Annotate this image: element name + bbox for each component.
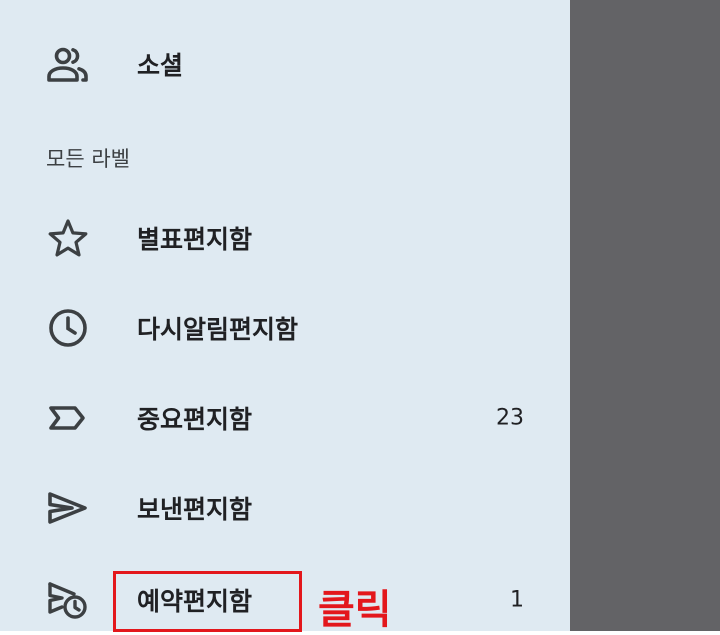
label-important-icon bbox=[44, 394, 92, 442]
schedule-send-icon bbox=[44, 576, 92, 624]
scrim-overlay[interactable] bbox=[570, 0, 720, 631]
drawer-item-label: 중요편지함 bbox=[137, 405, 253, 434]
click-annotation: 클릭 bbox=[318, 587, 392, 633]
drawer-item-starred[interactable]: 별표편지함 bbox=[0, 208, 570, 268]
item-count: 1 bbox=[510, 587, 524, 613]
drawer-item-important[interactable]: 중요편지함 23 bbox=[0, 388, 570, 448]
drawer-item-social[interactable]: 소셜 bbox=[0, 34, 570, 94]
highlight-box bbox=[113, 571, 302, 632]
people-icon bbox=[44, 40, 92, 88]
send-icon bbox=[44, 484, 92, 532]
drawer-item-label: 소셜 bbox=[137, 51, 184, 80]
drawer-item-snoozed[interactable]: 다시알림편지함 bbox=[0, 298, 570, 358]
clock-icon bbox=[44, 304, 92, 352]
star-icon bbox=[44, 214, 92, 262]
drawer-item-sent[interactable]: 보낸편지함 bbox=[0, 478, 570, 538]
item-count: 23 bbox=[496, 405, 524, 431]
navigation-drawer: 소셜 모든 라벨 별표편지함 다시알림편지함 중요편지함 23 보낸편지함 예약… bbox=[0, 0, 570, 633]
drawer-item-label: 다시알림편지함 bbox=[137, 315, 299, 344]
section-header-all-labels: 모든 라벨 bbox=[46, 147, 130, 171]
drawer-item-label: 별표편지함 bbox=[137, 225, 253, 254]
drawer-item-label: 보낸편지함 bbox=[137, 495, 253, 524]
